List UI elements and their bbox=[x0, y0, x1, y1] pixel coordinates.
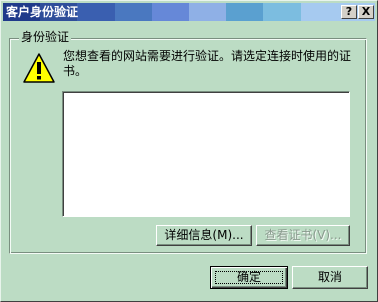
details-button[interactable]: 详细信息(M)... bbox=[156, 225, 252, 246]
window-title: 客户身份验证 bbox=[6, 5, 79, 19]
title-bar[interactable]: 客户身份验证 ? X bbox=[3, 3, 375, 21]
warning-icon bbox=[23, 53, 55, 83]
certificate-list[interactable] bbox=[62, 91, 350, 217]
groupbox-label: 身份验证 bbox=[19, 29, 72, 45]
cancel-button[interactable]: 取消 bbox=[292, 266, 368, 289]
close-button[interactable]: X bbox=[358, 5, 374, 19]
client-authentication-dialog: 客户身份验证 ? X 身份验证 您想查看的网站需要进行验证。请选定连接时使用的证… bbox=[0, 0, 378, 302]
help-button[interactable]: ? bbox=[341, 5, 357, 19]
instruction-text: 您想查看的网站需要进行验证。请选定连接时使用的证书。 bbox=[63, 49, 352, 78]
view-certificate-button[interactable]: 查看证书(V)... bbox=[256, 225, 350, 246]
ok-button[interactable]: 确定 bbox=[210, 266, 288, 289]
ok-button-label: 确定 bbox=[236, 270, 261, 284]
